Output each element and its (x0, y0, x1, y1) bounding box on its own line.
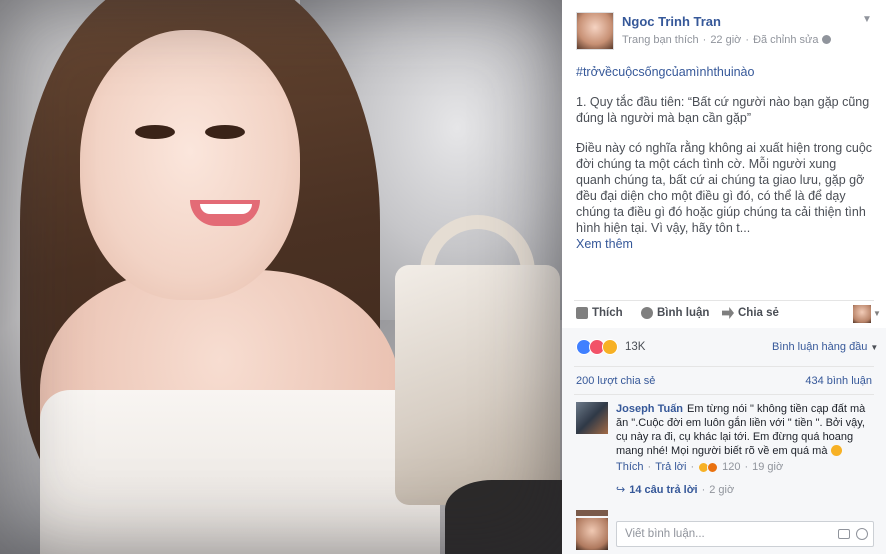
commenter-avatar[interactable] (576, 402, 608, 434)
comment-sort-dropdown[interactable]: Bình luận hàng đầu ▼ (772, 341, 878, 353)
audience-label[interactable]: Trang bạn thích (622, 34, 699, 46)
post-side-panel: Ngoc Trinh Tran Trang bạn thích · 22 giờ · Đ… (562, 0, 886, 554)
sort-label: Bình luận hàng đầu (772, 341, 868, 353)
thumbs-up-icon (576, 307, 588, 319)
see-more-link[interactable]: Xem thêm (576, 236, 874, 252)
divider (574, 300, 874, 301)
my-avatar[interactable] (576, 518, 608, 550)
share-icon (722, 307, 734, 319)
comment-reply-link[interactable]: Trả lời (655, 461, 686, 473)
commenter-name[interactable]: Joseph Tuấn (616, 403, 683, 415)
like-label: Thích (592, 307, 623, 319)
comment-icon (641, 307, 653, 319)
like-button[interactable]: Thích (576, 307, 623, 319)
comment-reaction-count[interactable]: 120 (722, 461, 740, 473)
post-actions: Thích Bình luận Chia sẻ ▼ (576, 305, 881, 325)
comment-input[interactable] (616, 521, 874, 547)
globe-icon (821, 35, 831, 44)
comment-time[interactable]: 19 giờ (752, 461, 783, 473)
comment-like-link[interactable]: Thích (616, 461, 644, 473)
chevron-down-icon[interactable]: ▼ (862, 14, 872, 25)
comment-body: Joseph Tuấn Em từng nói " không tiền cạp … (616, 402, 874, 458)
share-count-link[interactable]: 200 lượt chia sẻ (576, 375, 655, 387)
comment-count-link[interactable]: 434 bình luận (805, 375, 872, 387)
grinning-sweat-emoji-icon (830, 445, 842, 456)
viewer-avatar[interactable] (853, 305, 871, 323)
post-photo[interactable] (0, 0, 562, 554)
comment-label: Bình luận (657, 307, 710, 319)
post-paragraph: 1. Quy tắc đầu tiên: “Bất cứ người nào b… (576, 95, 870, 125)
edited-label[interactable]: Đã chỉnh sửa (753, 34, 818, 46)
sticker-icon[interactable] (856, 528, 868, 540)
reply-arrow-icon: ↪ (616, 484, 626, 496)
hashtag-link[interactable]: #trởvềcuộcsốngcủamìnhthuinào (576, 64, 874, 80)
view-replies-link[interactable]: ↪ 14 câu trả lời · 2 giờ (616, 483, 735, 497)
comment-composer (576, 516, 876, 552)
author-name[interactable]: Ngoc Trinh Tran (622, 14, 721, 29)
replies-time: 2 giờ (709, 483, 735, 496)
caret-down-icon: ▼ (870, 343, 879, 352)
angry-reaction-icon (707, 461, 719, 473)
replies-count: 14 câu trả lời (629, 483, 698, 496)
reaction-summary[interactable]: 13K (576, 338, 645, 356)
post-paragraph: Điều này có nghĩa rằng không ai xuất hiệ… (576, 141, 873, 235)
post-time[interactable]: 22 giờ (710, 34, 741, 46)
post-meta: Trang bạn thích · 22 giờ · Đã chỉnh sửa (622, 34, 831, 46)
photo-vignette (0, 0, 562, 554)
share-button[interactable]: Chia sẻ (722, 307, 779, 319)
camera-icon[interactable] (838, 529, 850, 539)
comment-button[interactable]: Bình luận (641, 307, 709, 319)
divider (574, 394, 874, 395)
author-avatar[interactable] (576, 12, 614, 50)
divider (574, 366, 874, 367)
haha-reaction-icon (602, 339, 618, 355)
post-header: Ngoc Trinh Tran Trang bạn thích · 22 giờ · Đ… (576, 12, 876, 52)
post-text: #trởvềcuộcsốngcủamìnhthuinào 1. Quy tắc … (576, 64, 874, 252)
caret-down-icon[interactable]: ▼ (873, 309, 881, 318)
reaction-count: 13K (625, 341, 646, 353)
comment-actions: Thích · Trả lời · 120 · 19 giờ (616, 461, 784, 473)
share-label: Chia sẻ (738, 307, 779, 319)
